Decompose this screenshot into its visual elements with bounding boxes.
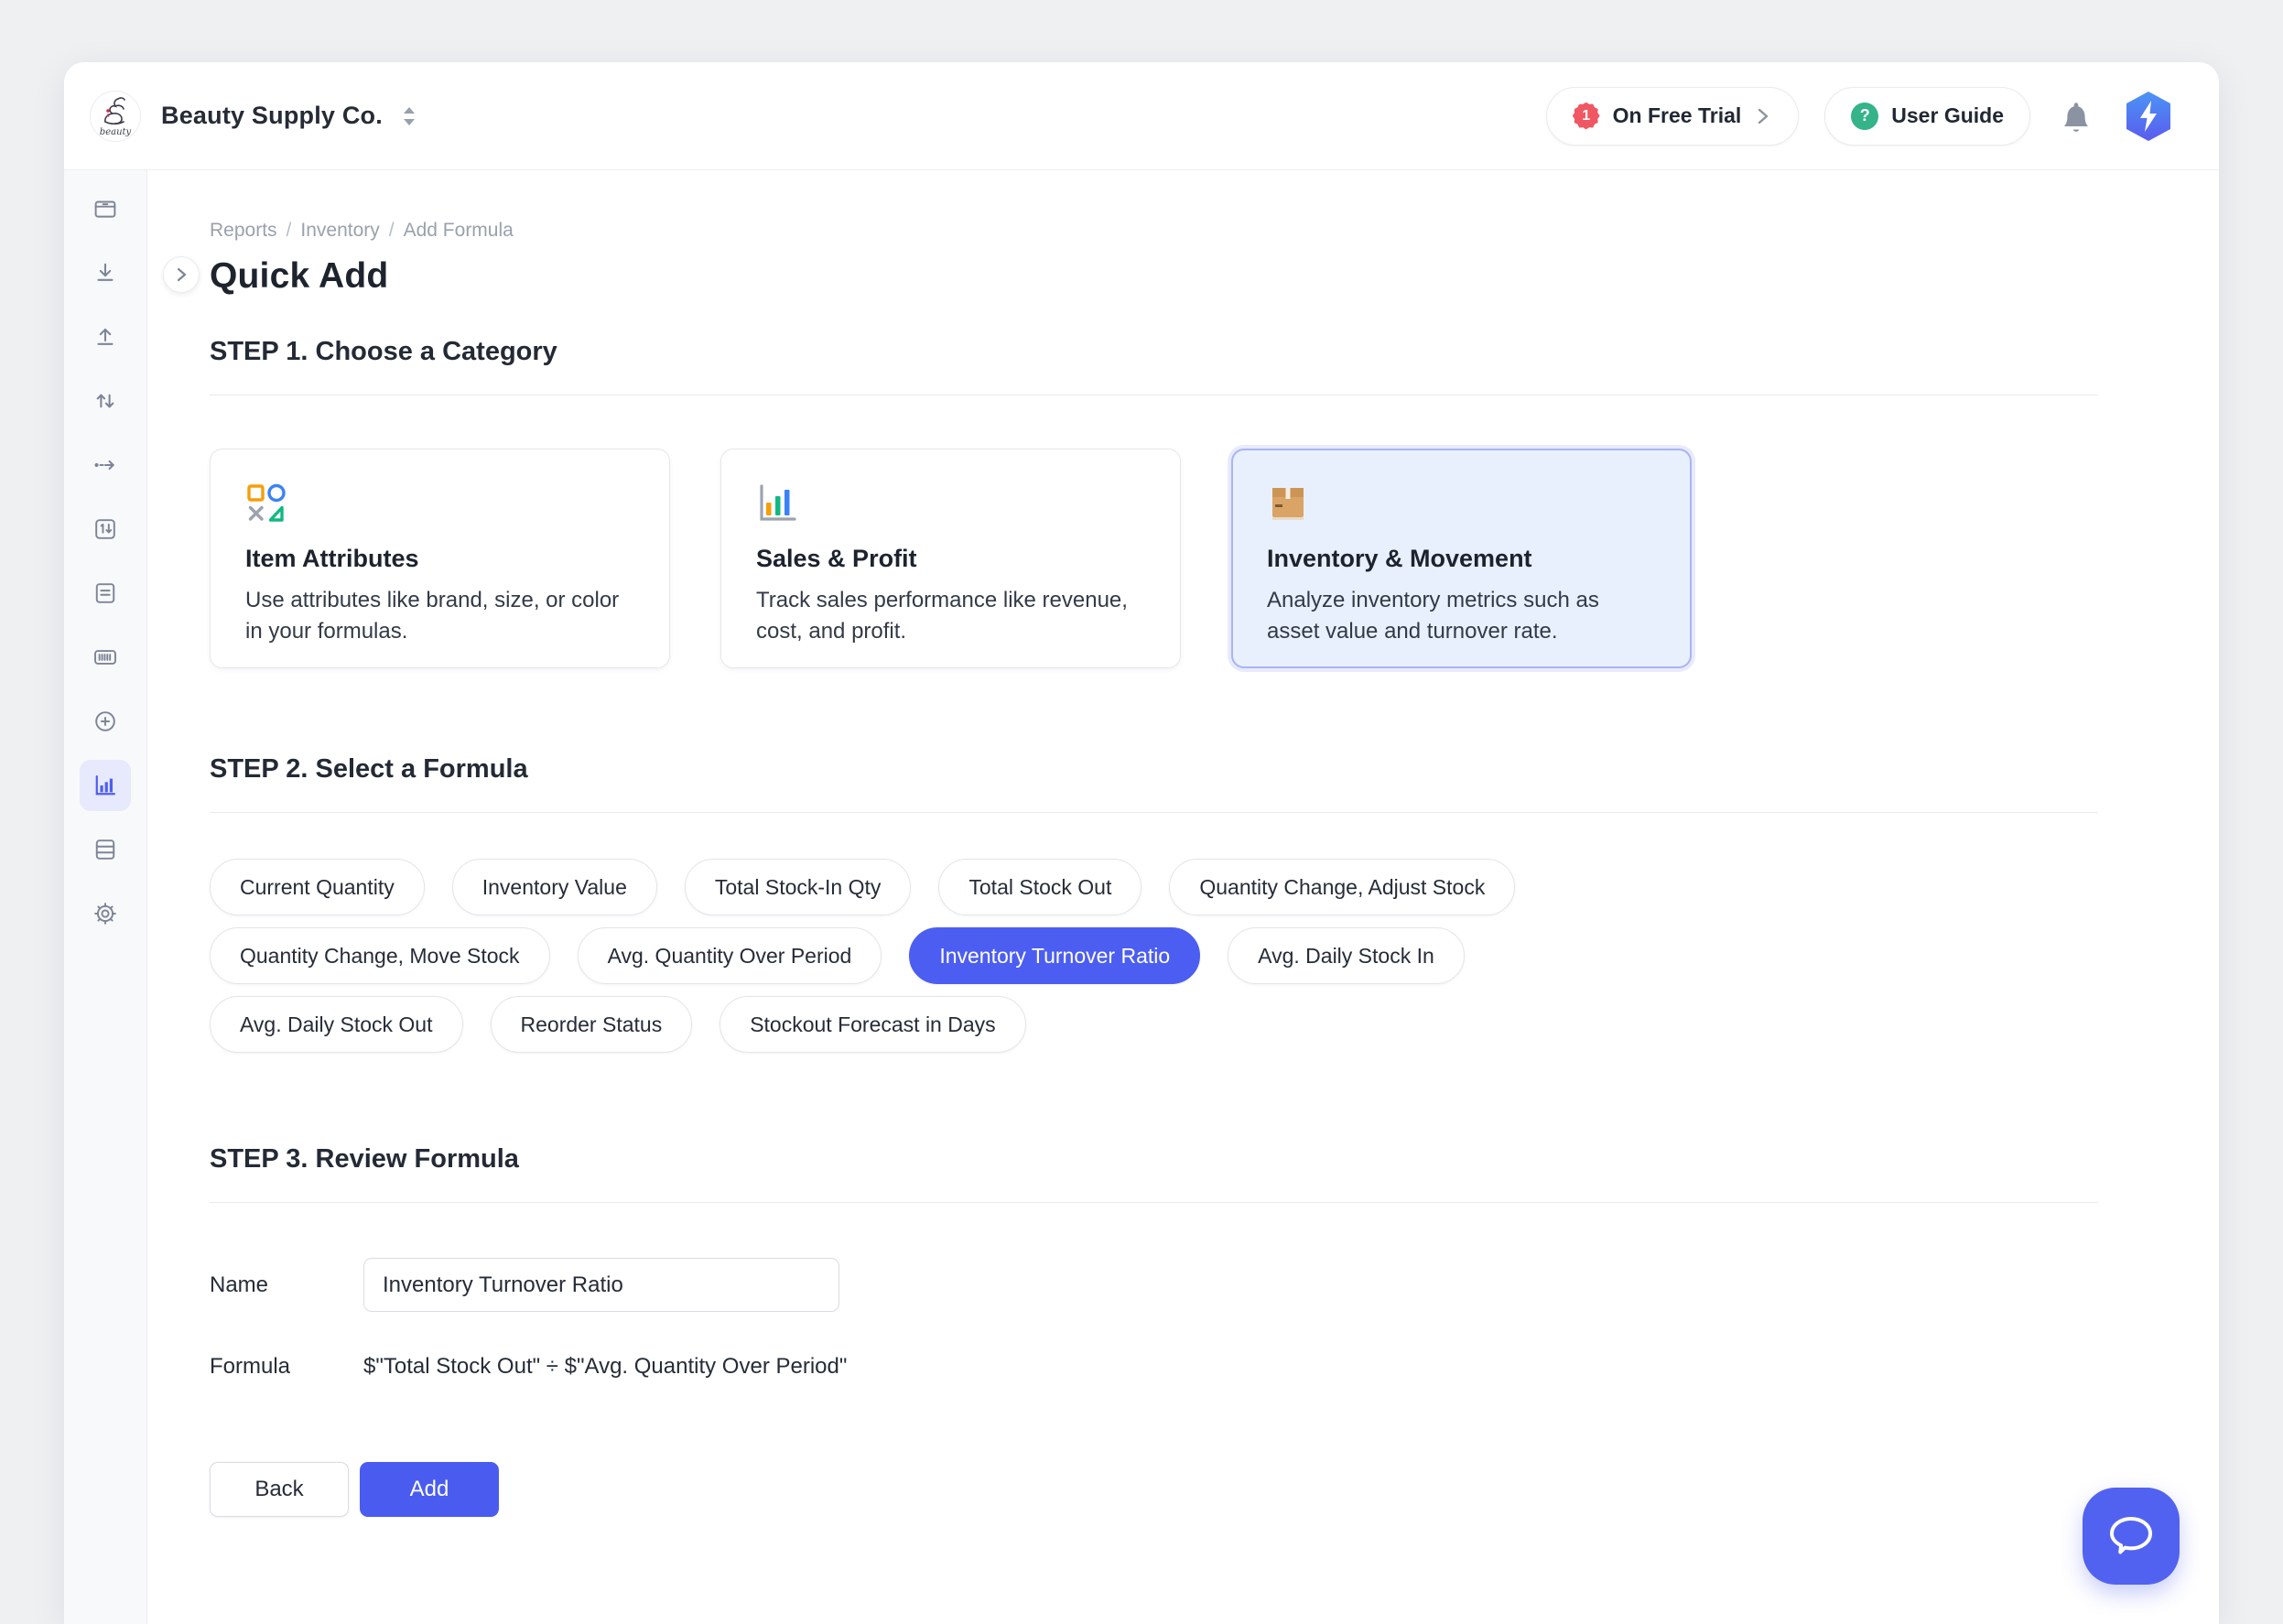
name-label: Name xyxy=(210,1272,363,1298)
category-description: Use attributes like brand, size, or colo… xyxy=(245,585,634,647)
sidebar-item-add-new[interactable] xyxy=(85,701,125,742)
category-description: Track sales performance like revenue, co… xyxy=(756,585,1145,647)
breadcrumb-inventory[interactable]: Inventory xyxy=(300,220,379,242)
breadcrumb-separator: / xyxy=(389,220,395,242)
formula-pill-reorder-status[interactable]: Reorder Status xyxy=(491,996,693,1053)
back-button[interactable]: Back xyxy=(210,1462,349,1517)
shapes-icon xyxy=(245,482,634,525)
sidebar-item-documents[interactable] xyxy=(85,573,125,613)
formula-pill-avg-daily-stock-in[interactable]: Avg. Daily Stock In xyxy=(1228,927,1465,984)
page-title: Quick Add xyxy=(210,256,2098,297)
main-content: Reports / Inventory / Add Formula Quick … xyxy=(147,170,2219,1624)
company-name: Beauty Supply Co. xyxy=(161,102,383,130)
chat-bubble-icon xyxy=(2107,1513,2155,1559)
company-switcher-icon[interactable] xyxy=(399,104,419,128)
step3-heading: STEP 3. Review Formula xyxy=(210,1144,2098,1175)
sidebar-item-orders[interactable] xyxy=(85,189,125,229)
sidebar-item-settings[interactable] xyxy=(85,893,125,934)
step2-heading: STEP 2. Select a Formula xyxy=(210,754,2098,785)
category-card-sales-profit[interactable]: Sales & Profit Track sales performance l… xyxy=(720,449,1181,668)
formula-pill-stockout-forecast-in-days[interactable]: Stockout Forecast in Days xyxy=(720,996,1025,1053)
section-divider xyxy=(210,812,2098,813)
free-trial-button[interactable]: 1 On Free Trial xyxy=(1546,87,1800,146)
breadcrumb-add-formula[interactable]: Add Formula xyxy=(404,220,514,242)
formula-pill-quantity-change-move-stock[interactable]: Quantity Change, Move Stock xyxy=(210,927,550,984)
sidebar-item-transfer[interactable] xyxy=(85,381,125,421)
svg-text:beauty: beauty xyxy=(100,127,132,137)
company-logo[interactable]: beauty xyxy=(90,91,141,142)
page: beauty Beauty Supply Co. 1 On Free Trial xyxy=(0,0,2283,1624)
package-icon xyxy=(1267,482,1656,525)
sidebar-item-adjust[interactable] xyxy=(85,509,125,549)
formula-pill-inventory-turnover-ratio[interactable]: Inventory Turnover Ratio xyxy=(909,927,1200,984)
bar-chart-icon xyxy=(756,482,1145,525)
chat-launcher-button[interactable] xyxy=(2083,1488,2180,1585)
trial-badge-icon: 1 xyxy=(1573,103,1600,130)
formula-pill-total-stock-in-qty[interactable]: Total Stock-In Qty xyxy=(685,859,912,915)
breadcrumb-separator: / xyxy=(287,220,292,242)
sidebar-item-move[interactable] xyxy=(85,445,125,485)
formula-label: Formula xyxy=(210,1354,363,1380)
user-avatar[interactable] xyxy=(2122,89,2175,144)
category-cards: Item Attributes Use attributes like bran… xyxy=(210,449,2098,668)
formula-name-input[interactable] xyxy=(363,1258,839,1312)
breadcrumb-reports[interactable]: Reports xyxy=(210,220,277,242)
formula-pill-inventory-value[interactable]: Inventory Value xyxy=(452,859,657,915)
category-title: Sales & Profit xyxy=(756,545,1145,573)
sidebar-item-reports[interactable] xyxy=(80,760,131,811)
category-description: Analyze inventory metrics such as asset … xyxy=(1267,585,1656,647)
top-header: beauty Beauty Supply Co. 1 On Free Trial xyxy=(64,62,2219,170)
sidebar-expand-button[interactable] xyxy=(163,256,200,293)
formula-pill-quantity-change-adjust-stock[interactable]: Quantity Change, Adjust Stock xyxy=(1169,859,1515,915)
formula-pill-list: Current Quantity Inventory Value Total Sto… xyxy=(210,859,2098,1053)
sidebar-item-stock-in[interactable] xyxy=(85,253,125,293)
sidebar-item-barcode[interactable] xyxy=(85,637,125,677)
formula-pill-avg-quantity-over-period[interactable]: Avg. Quantity Over Period xyxy=(578,927,882,984)
category-card-item-attributes[interactable]: Item Attributes Use attributes like bran… xyxy=(210,449,670,668)
category-title: Inventory & Movement xyxy=(1267,545,1656,573)
chevron-right-icon xyxy=(1754,105,1772,127)
formula-pill-avg-daily-stock-out[interactable]: Avg. Daily Stock Out xyxy=(210,996,463,1053)
section-divider xyxy=(210,1202,2098,1203)
formula-pill-current-quantity[interactable]: Current Quantity xyxy=(210,859,425,915)
breadcrumb: Reports / Inventory / Add Formula xyxy=(210,220,2098,242)
formula-expression: $"Total Stock Out" ÷ $"Avg. Quantity Ove… xyxy=(363,1354,847,1380)
help-badge-icon: ? xyxy=(1851,103,1878,130)
notifications-bell-icon[interactable] xyxy=(2056,96,2096,136)
trial-label: On Free Trial xyxy=(1613,103,1742,128)
step1-heading: STEP 1. Choose a Category xyxy=(210,337,2098,367)
sidebar-item-stock-out[interactable] xyxy=(85,317,125,357)
category-card-inventory-movement[interactable]: Inventory & Movement Analyze inventory m… xyxy=(1231,449,1692,668)
formula-pill-total-stock-out[interactable]: Total Stock Out xyxy=(938,859,1142,915)
category-title: Item Attributes xyxy=(245,545,634,573)
sidebar-nav xyxy=(64,170,147,1624)
user-guide-button[interactable]: ? User Guide xyxy=(1824,87,2030,146)
app-window: beauty Beauty Supply Co. 1 On Free Trial xyxy=(64,62,2219,1624)
add-button[interactable]: Add xyxy=(360,1462,499,1517)
sidebar-item-database[interactable] xyxy=(85,829,125,870)
user-guide-label: User Guide xyxy=(1891,103,2004,128)
